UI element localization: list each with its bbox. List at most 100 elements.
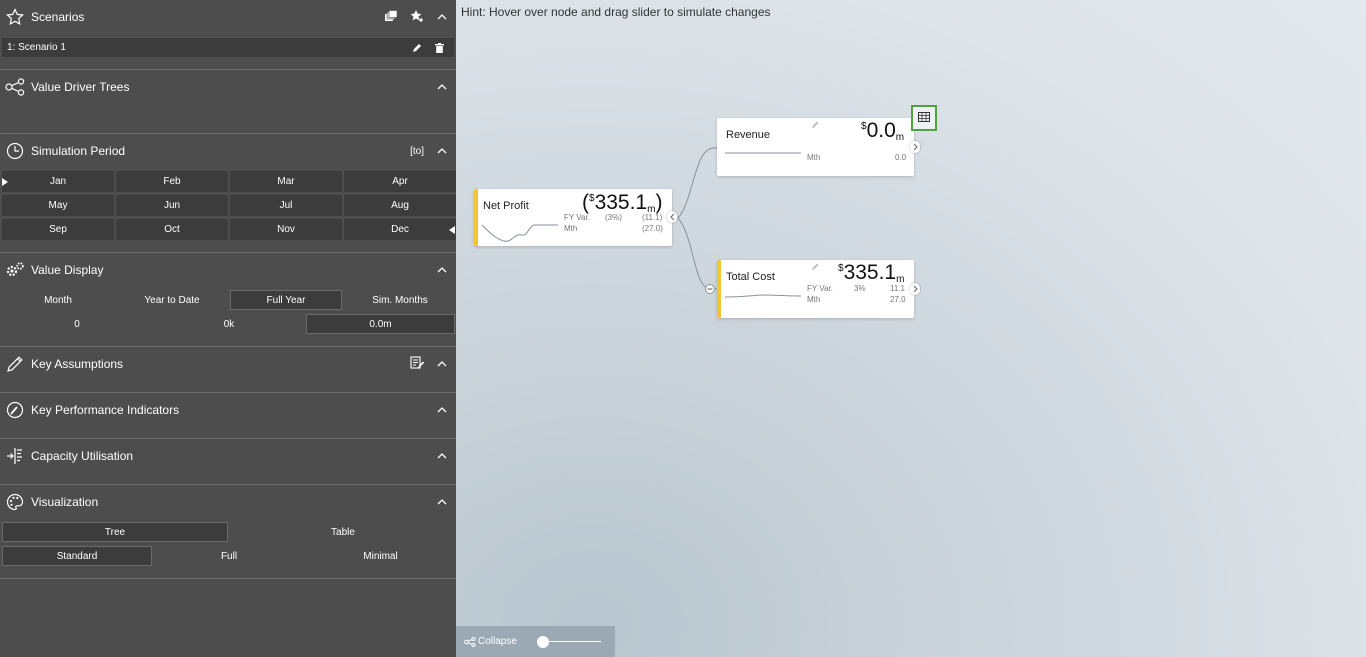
month-jul[interactable]: Jul	[230, 195, 342, 216]
chevron-up-icon[interactable]	[436, 404, 448, 416]
node-value: $0.0m	[861, 119, 905, 143]
table-view-button[interactable]	[911, 105, 937, 131]
month-feb[interactable]: Feb	[116, 171, 228, 192]
option-full-year[interactable]: Full Year	[230, 290, 342, 310]
scenario-label: 1: Scenario 1	[7, 42, 66, 53]
share-nodes-icon[interactable]	[464, 636, 476, 647]
collapse-button[interactable]: Collapse	[478, 636, 517, 647]
mth-label: Mth	[564, 224, 578, 233]
divider	[0, 484, 456, 485]
month-may[interactable]: May	[2, 195, 114, 216]
node-total-cost[interactable]: Total Cost $335.1m FY Var. 3% 11.1 Mth 2…	[717, 260, 920, 318]
value-full-year: 0.0m	[306, 314, 455, 334]
mode-full[interactable]: Full	[154, 546, 304, 566]
tree-footer: Collapse	[456, 626, 615, 657]
pencil-icon	[4, 353, 26, 375]
range-end-handle-icon[interactable]	[449, 225, 455, 237]
simulation-period-title: Simulation Period	[31, 144, 126, 158]
table-icon	[918, 111, 930, 125]
node-accent-bar	[717, 260, 721, 318]
node-value: ($335.1m)	[582, 191, 663, 215]
mth-label: Mth	[807, 295, 821, 304]
gears-icon	[4, 259, 26, 281]
option-year-to-date[interactable]: Year to Date	[116, 290, 228, 310]
collapse-branch-icon[interactable]	[705, 284, 715, 297]
mode-standard[interactable]: Standard	[2, 546, 152, 566]
mth-label: Mth	[807, 153, 821, 162]
scenarios-header[interactable]: Scenarios	[0, 2, 456, 32]
month-aug[interactable]: Aug	[344, 195, 456, 216]
month-apr[interactable]: Apr	[344, 171, 456, 192]
node-name: Net Profit	[483, 200, 529, 212]
month-dec[interactable]: Dec	[344, 219, 456, 240]
share-nodes-icon	[4, 76, 26, 98]
chevron-up-icon[interactable]	[436, 11, 448, 23]
key-assumptions-header[interactable]: Key Assumptions	[0, 349, 456, 379]
kpi-title: Key Performance Indicators	[31, 403, 180, 417]
visualization-header[interactable]: Visualization	[0, 487, 456, 517]
sidebar: Scenarios 1: Scenario 1 Value Driver Tre…	[0, 0, 456, 657]
chevron-left-icon[interactable]	[667, 211, 677, 223]
option-sim-months[interactable]: Sim. Months	[344, 290, 456, 310]
mth-value: 27.0	[890, 295, 906, 304]
fy-var-value: (11.1)	[642, 213, 663, 222]
edit-icon[interactable]	[811, 120, 819, 132]
fy-var-value: 11.1	[890, 284, 905, 293]
edit-icon[interactable]	[410, 41, 424, 55]
zoom-slider[interactable]	[536, 635, 601, 648]
star-icon	[4, 6, 26, 28]
mode-minimal[interactable]: Minimal	[306, 546, 455, 566]
node-revenue[interactable]: Revenue $0.0m Mth 0.0	[717, 118, 920, 176]
value-driver-trees-title: Value Driver Trees	[31, 80, 130, 94]
divider	[0, 578, 456, 579]
add-scenario-icon[interactable]	[410, 9, 424, 26]
scenarios-title: Scenarios	[31, 10, 85, 24]
node-net-profit[interactable]: Net Profit ($335.1m) FY Var. (3%) (11.1)…	[474, 189, 677, 246]
chevron-up-icon[interactable]	[436, 450, 448, 462]
month-jun[interactable]: Jun	[116, 195, 228, 216]
edit-icon[interactable]	[811, 262, 819, 274]
fy-var-pct: (3%)	[605, 213, 622, 222]
mth-value: (27.0)	[642, 224, 663, 233]
node-accent-bar	[474, 189, 478, 246]
chevron-up-icon[interactable]	[436, 81, 448, 93]
divider	[0, 346, 456, 347]
mth-value: 0.0	[895, 153, 907, 162]
value-display-header[interactable]: Value Display	[0, 255, 456, 285]
option-month[interactable]: Month	[2, 290, 114, 310]
fy-var-label: FY Var.	[807, 284, 833, 293]
capacity-utilisation-header[interactable]: Capacity Utilisation	[0, 441, 456, 471]
month-nov[interactable]: Nov	[230, 219, 342, 240]
view-tree[interactable]: Tree	[2, 522, 228, 542]
gauge-icon	[4, 399, 26, 421]
month-oct[interactable]: Oct	[116, 219, 228, 240]
node-name: Revenue	[726, 129, 771, 141]
copy-scenarios-icon[interactable]	[384, 9, 398, 25]
chevron-right-icon[interactable]	[910, 283, 920, 295]
fy-var-pct: 3%	[854, 284, 866, 293]
month-sep[interactable]: Sep	[2, 219, 114, 240]
month-mar[interactable]: Mar	[230, 171, 342, 192]
range-start-handle-icon[interactable]	[2, 177, 8, 189]
trash-icon[interactable]	[432, 41, 446, 55]
value-year-to-date: 0k	[223, 318, 235, 330]
key-assumptions-title: Key Assumptions	[31, 357, 124, 371]
chevron-right-icon[interactable]	[910, 141, 920, 153]
chevron-up-icon[interactable]	[436, 145, 448, 157]
month-jan[interactable]: Jan	[2, 171, 114, 192]
sparkline	[482, 224, 558, 242]
scenario-row[interactable]: 1: Scenario 1	[2, 38, 454, 57]
chevron-up-icon[interactable]	[436, 496, 448, 508]
chevron-up-icon[interactable]	[436, 264, 448, 276]
kpi-header[interactable]: Key Performance Indicators	[0, 395, 456, 425]
simulation-period-header[interactable]: Simulation Period [to]	[0, 136, 456, 166]
view-table[interactable]: Table	[230, 522, 456, 542]
value-month: 0	[74, 318, 80, 330]
sparkline	[725, 152, 801, 154]
chevron-up-icon[interactable]	[436, 358, 448, 370]
edit-notes-icon[interactable]	[410, 355, 425, 373]
zoom-thumb[interactable]	[536, 635, 549, 648]
tree-canvas[interactable]: Hint: Hover over node and drag slider to…	[456, 0, 1366, 657]
value-driver-trees-header[interactable]: Value Driver Trees	[0, 72, 456, 102]
to-label: [to]	[410, 145, 424, 157]
